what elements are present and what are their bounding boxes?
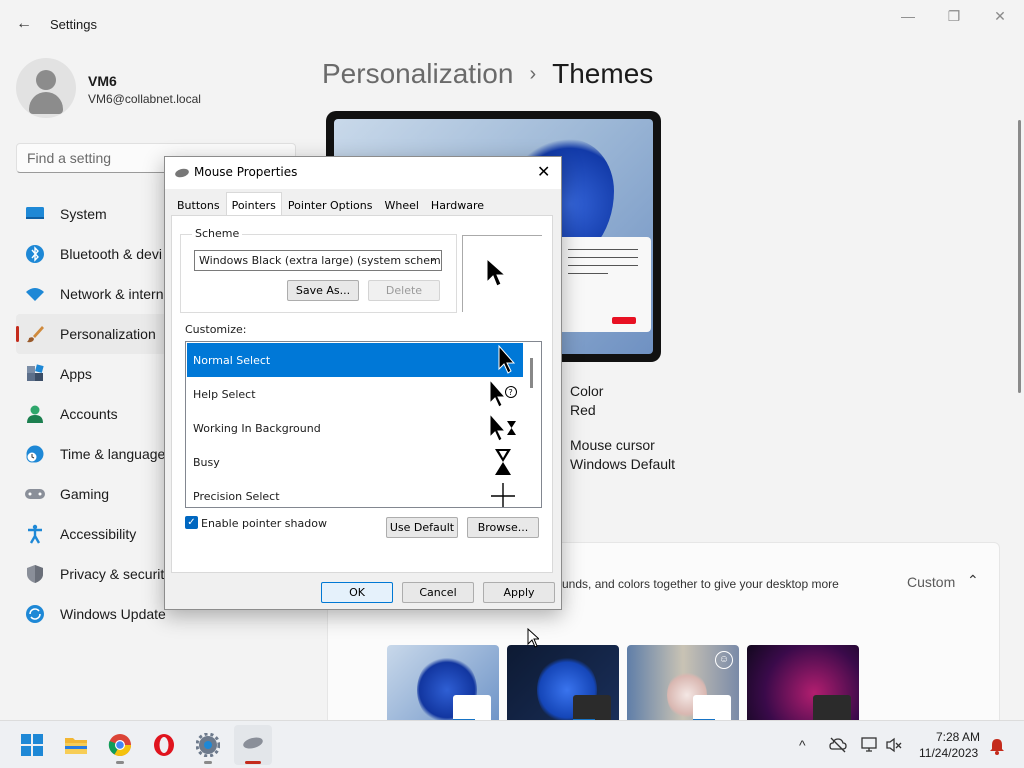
scheme-group	[180, 234, 457, 313]
close-button[interactable]: ✕	[990, 8, 1010, 26]
cancel-button[interactable]: Cancel	[402, 582, 474, 603]
system-icon	[24, 203, 46, 225]
dialog-close-button[interactable]: ✕	[537, 162, 550, 181]
mouse-pointer-icon	[527, 628, 539, 648]
apply-button[interactable]: Apply	[483, 582, 555, 603]
tray-chevron-up-icon[interactable]: ^	[799, 737, 806, 753]
chevron-down-icon: ⌄	[428, 253, 437, 264]
busy-cursor-icon	[495, 449, 511, 475]
mouse-icon	[174, 167, 190, 179]
theme-thumbnail-flow[interactable]	[747, 645, 859, 725]
mouse-icon	[243, 737, 263, 749]
list-scrollbar[interactable]	[530, 358, 533, 388]
windows-update-icon	[24, 603, 46, 625]
mouse-properties-dialog: Mouse Properties ✕ Buttons Pointers Poin…	[164, 156, 562, 610]
list-item[interactable]: Normal Select	[187, 343, 523, 377]
onedrive-offline-icon[interactable]	[829, 737, 847, 753]
start-icon[interactable]	[20, 733, 44, 757]
tab-hardware[interactable]: Hardware	[425, 194, 490, 216]
list-item[interactable]: Help Select ?	[187, 377, 523, 411]
breadcrumb-parent[interactable]: Personalization	[322, 58, 513, 89]
customize-label: Customize:	[185, 323, 247, 336]
dialog-title-bar[interactable]: Mouse Properties ✕	[165, 157, 561, 189]
tab-pointer-options[interactable]: Pointer Options	[282, 194, 379, 216]
network-wired-icon[interactable]	[861, 737, 879, 753]
apps-icon	[24, 363, 46, 385]
enable-pointer-shadow-label: Enable pointer shadow	[201, 517, 327, 530]
use-default-button[interactable]: Use Default	[386, 517, 458, 538]
app-title: Settings	[50, 17, 97, 32]
settings-gear-icon[interactable]	[196, 733, 220, 757]
privacy-icon	[24, 563, 46, 585]
pointer-list[interactable]: Normal Select Help Select ? Working In B…	[185, 341, 542, 508]
delete-button[interactable]: Delete	[368, 280, 440, 301]
taskbar: ^ 7:28 AM 11/24/2023	[0, 720, 1024, 768]
list-item[interactable]: Precision Select	[187, 479, 523, 507]
working-cursor-icon	[489, 413, 516, 442]
theme-thumbnail-dark[interactable]	[507, 645, 619, 725]
preview-window	[556, 237, 651, 332]
chrome-icon[interactable]	[108, 733, 132, 757]
themes-description: unds, and colors together to give your d…	[562, 577, 839, 591]
maximize-button[interactable]: ❐	[944, 8, 964, 26]
custom-theme-label: Custom	[907, 574, 956, 590]
volume-muted-icon[interactable]	[885, 737, 903, 753]
breadcrumb: Personalization › Themes	[322, 58, 653, 90]
page-title: Themes	[552, 58, 654, 89]
arrow-cursor-preview-icon	[486, 258, 506, 287]
scheme-label: Scheme	[192, 227, 243, 240]
user-email: VM6@collabnet.local	[88, 92, 201, 106]
save-as-button[interactable]: Save As...	[287, 280, 359, 301]
accent-color-swatch	[612, 317, 636, 324]
cursor-preview	[462, 235, 542, 312]
svg-text:?: ?	[509, 388, 513, 397]
cursor-label: Mouse cursor	[570, 437, 655, 453]
browse-button[interactable]: Browse...	[467, 517, 539, 538]
spotlight-badge-icon: ☺	[715, 651, 733, 669]
page-scrollbar[interactable]	[1018, 120, 1021, 393]
dialog-title: Mouse Properties	[194, 165, 298, 179]
accounts-icon	[24, 403, 46, 425]
tab-buttons[interactable]: Buttons	[171, 194, 226, 216]
scheme-dropdown[interactable]: Windows Black (extra large) (system sche…	[194, 250, 442, 271]
breadcrumb-separator: ›	[529, 63, 537, 85]
color-value: Red	[570, 402, 596, 418]
tab-pointers[interactable]: Pointers	[225, 192, 282, 216]
ok-button[interactable]: OK	[321, 582, 393, 603]
help-cursor-icon: ?	[489, 379, 517, 408]
back-arrow-icon[interactable]: ←	[14, 14, 34, 34]
title-bar: ← Settings — ❐ ✕	[0, 0, 1024, 48]
crosshair-cursor-icon	[491, 483, 515, 507]
enable-pointer-shadow-checkbox[interactable]: ✓	[185, 516, 198, 529]
gaming-icon	[24, 483, 46, 505]
network-icon	[24, 283, 46, 305]
clock-time[interactable]: 7:28 AM	[936, 730, 980, 744]
accessibility-icon	[24, 523, 46, 545]
theme-thumbnail-light[interactable]	[387, 645, 499, 725]
personalization-icon	[24, 323, 46, 345]
opera-icon[interactable]	[152, 733, 176, 757]
user-name: VM6	[88, 73, 117, 89]
time-language-icon	[24, 443, 46, 465]
bluetooth-icon	[24, 243, 46, 265]
list-item[interactable]: Busy	[187, 445, 523, 479]
tab-wheel[interactable]: Wheel	[378, 194, 424, 216]
chevron-up-icon[interactable]: ⌃	[967, 572, 979, 589]
mouse-app-taskbar-button[interactable]	[234, 725, 272, 765]
list-item[interactable]: Working In Background	[187, 411, 523, 445]
search-placeholder: Find a setting	[27, 150, 112, 166]
clock-date[interactable]: 11/24/2023	[919, 746, 978, 760]
theme-thumbnail-glow[interactable]: ☺	[627, 645, 739, 725]
file-explorer-icon[interactable]	[64, 733, 88, 757]
dialog-tabs: Buttons Pointers Pointer Options Wheel H…	[171, 192, 490, 216]
arrow-cursor-icon	[498, 345, 516, 374]
color-label: Color	[570, 383, 604, 399]
cursor-value: Windows Default	[570, 456, 676, 472]
notification-bell-icon[interactable]	[989, 737, 1005, 755]
minimize-button[interactable]: —	[898, 8, 918, 26]
avatar[interactable]	[16, 58, 76, 118]
